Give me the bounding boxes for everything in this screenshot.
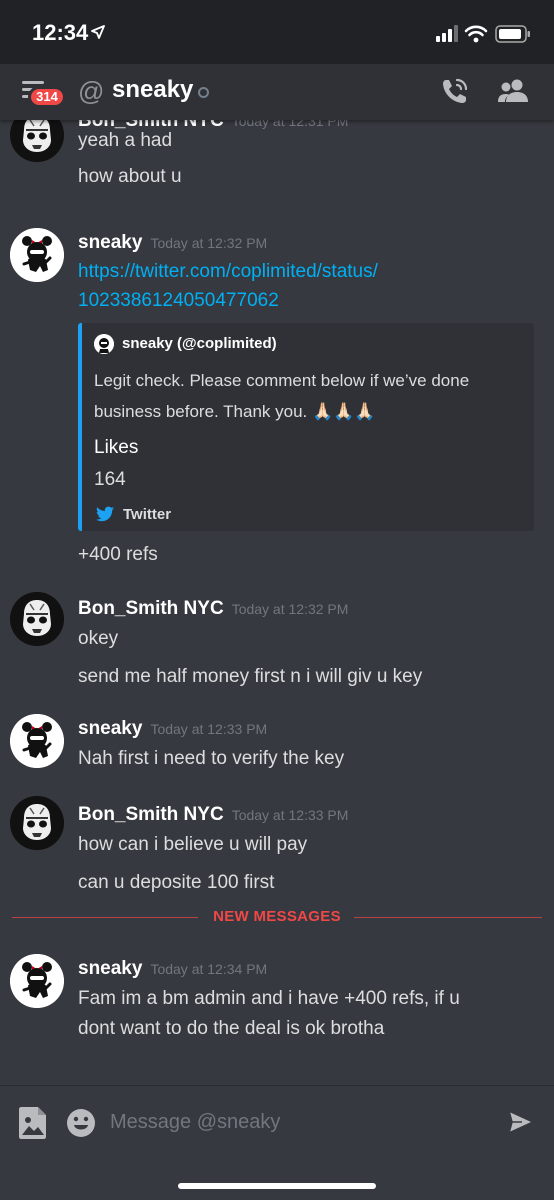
send-icon[interactable] (508, 1110, 534, 1134)
embed-author-avatar (94, 334, 114, 354)
battery-icon (495, 25, 530, 43)
avatar[interactable] (10, 120, 64, 162)
message-text: how about u (78, 166, 182, 187)
status-time: 12:34 (32, 20, 89, 45)
divider-line (354, 917, 542, 918)
offline-status-icon (198, 87, 209, 98)
twitter-bird-icon (96, 506, 114, 522)
message-link[interactable]: 1023386124050477062 (78, 290, 279, 312)
message-author[interactable]: Bon_Smith NYC Today at 12:32 PM (78, 598, 348, 620)
embed-footer: Twitter (123, 506, 172, 523)
message-author[interactable]: sneaky Today at 12:34 PM (78, 958, 267, 980)
avatar[interactable] (10, 228, 64, 282)
author-name: Bon_Smith NYC (78, 598, 224, 619)
page-title: sneaky (112, 76, 194, 103)
author-name: sneaky (78, 232, 143, 253)
stormtrooper-avatar-icon (10, 592, 64, 646)
image-attach-icon[interactable] (18, 1106, 48, 1140)
embed-field-value: 164 (94, 469, 126, 490)
call-icon[interactable] (440, 76, 470, 106)
message-timestamp: Today at 12:31 PM (231, 120, 349, 129)
stormtrooper-avatar-icon (10, 796, 64, 850)
author-name: sneaky (78, 958, 143, 979)
message-link[interactable]: https://twitter.com/coplimited/status/ (78, 261, 378, 283)
embed-field-name: Likes (94, 437, 139, 458)
author-name: Bon_Smith NYC (78, 804, 224, 825)
home-indicator[interactable] (178, 1183, 376, 1189)
twitter-embed[interactable]: sneaky (@coplimited) Legit check. Please… (78, 323, 534, 531)
message-text: Fam im a bm admin and i have +400 refs, … (78, 988, 460, 1009)
ninja-avatar-icon (94, 334, 114, 354)
members-icon[interactable] (497, 78, 529, 104)
avatar[interactable] (10, 796, 64, 850)
message-timestamp: Today at 12:33 PM (150, 721, 268, 737)
message-text: +400 refs (78, 544, 158, 565)
unread-badge: 314 (28, 86, 66, 108)
message-text: yeah a had (78, 130, 173, 151)
message-text: dont want to do the deal is ok brotha (78, 1018, 385, 1039)
new-messages-divider: NEW MESSAGES (12, 908, 542, 928)
message-author[interactable]: Bon_Smith NYC Today at 12:33 PM (78, 804, 348, 826)
wifi-icon (464, 25, 488, 43)
message-composer (0, 1085, 554, 1200)
channel-header: 314 @ sneaky (0, 64, 554, 120)
emoji-icon[interactable] (66, 1108, 96, 1138)
signal-icon (436, 25, 458, 42)
embed-description: Legit check. Please comment below if we’… (94, 371, 470, 421)
avatar[interactable] (10, 954, 64, 1008)
author-name: sneaky (78, 718, 143, 739)
message-text: send me half money first n i will giv u … (78, 666, 423, 687)
message-text: Nah first i need to verify the key (78, 748, 345, 769)
message-list[interactable]: Bon_Smith NYC Today at 12:31 PM yeah a ha… (0, 120, 554, 1085)
message-timestamp: Today at 12:32 PM (231, 601, 349, 617)
status-icons (436, 25, 530, 43)
message-timestamp: Today at 12:33 PM (231, 807, 349, 823)
ninja-avatar-icon (10, 228, 64, 282)
stormtrooper-avatar-icon (10, 120, 64, 162)
message-author[interactable]: sneaky Today at 12:32 PM (78, 232, 267, 254)
message-text: how can i believe u will pay (78, 834, 308, 855)
ninja-avatar-icon (10, 714, 64, 768)
message-text: okey (78, 628, 119, 649)
message-text: can u deposite 100 first (78, 872, 275, 893)
avatar[interactable] (10, 592, 64, 646)
message-author[interactable]: sneaky Today at 12:33 PM (78, 718, 267, 740)
ninja-avatar-icon (10, 954, 64, 1008)
message-timestamp: Today at 12:32 PM (150, 235, 268, 251)
at-icon: @ (78, 76, 105, 106)
message-timestamp: Today at 12:34 PM (150, 961, 268, 977)
message-input[interactable] (110, 1104, 490, 1140)
avatar[interactable] (10, 714, 64, 768)
embed-author[interactable]: sneaky (@coplimited) (122, 335, 277, 352)
location-arrow-icon (91, 25, 105, 39)
status-bar: 12:34 (0, 0, 554, 64)
